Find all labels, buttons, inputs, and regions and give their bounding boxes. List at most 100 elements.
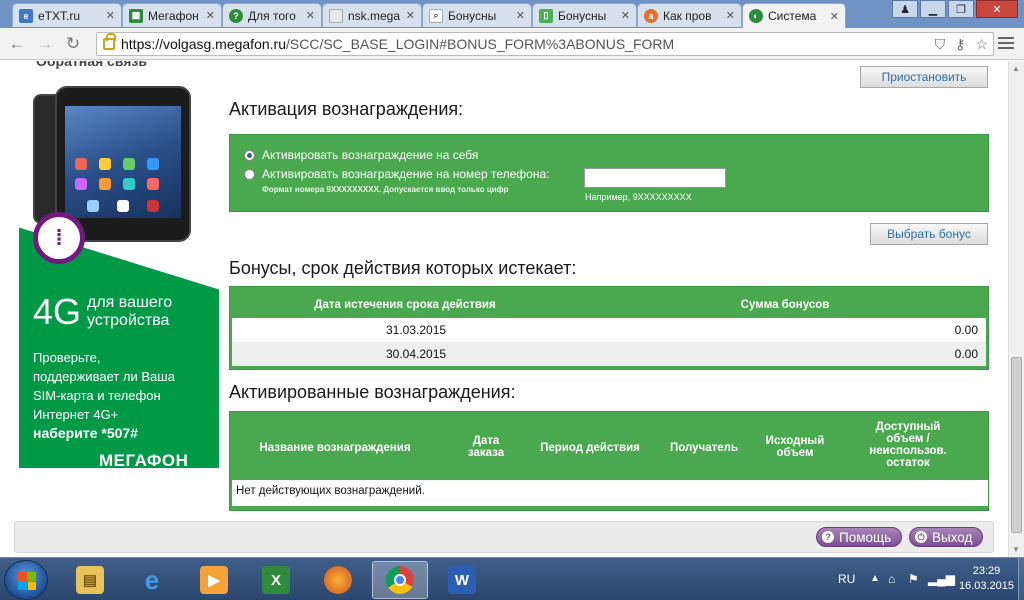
internet-explorer-icon: e	[144, 564, 160, 595]
tab-label: Мегафон	[148, 8, 199, 23]
windows-logo-icon	[18, 572, 36, 590]
column-header: Период действия	[540, 442, 640, 454]
close-icon[interactable]: ✕	[206, 9, 215, 22]
url-path: /SCC/SC_BASE_LOGIN#BONUS_FORM%3ABONUS_FO…	[286, 36, 675, 52]
network-device-icon[interactable]: ⌂	[888, 572, 902, 586]
banner-4g: 4G	[33, 291, 82, 332]
banner-line: SIM-карта и телефон	[33, 388, 161, 403]
phone-example: Например, 9XXXXXXXXX	[585, 192, 692, 202]
flag-icon[interactable]: ⚑	[908, 572, 922, 586]
close-icon[interactable]: ✕	[406, 9, 415, 22]
tab-how-check[interactable]: a Как пров ✕	[637, 3, 742, 27]
page-icon	[329, 8, 343, 23]
column-header: Доступный объем / неиспользов. остаток	[869, 421, 947, 469]
exit-label: Выход	[932, 529, 973, 545]
activate-self-option[interactable]: Активировать вознаграждение на себя	[244, 148, 478, 162]
tab-etxt[interactable]: e eTXT.ru ✕	[12, 3, 122, 27]
promo-banner[interactable]: ⁞ 4G для вашего устройства Проверьте, по…	[19, 80, 219, 468]
scrollbar-thumb[interactable]	[1011, 357, 1022, 533]
back-arrow-icon[interactable]: ←	[6, 33, 28, 55]
tab-label: eTXT.ru	[38, 8, 81, 23]
activate-self-label: Активировать вознаграждение на себя	[262, 148, 479, 162]
folder-icon: ▤	[76, 566, 104, 594]
close-icon[interactable]: ✕	[830, 10, 839, 23]
activate-phone-option[interactable]: Активировать вознаграждение на номер тел…	[244, 167, 549, 197]
shield-icon[interactable]: ⛉	[935, 36, 946, 53]
radio-unchecked-icon[interactable]	[244, 169, 255, 180]
clock[interactable]: 23:29 16.03.2015	[959, 564, 1014, 594]
taskbar-chrome[interactable]	[372, 561, 428, 599]
signal-icon[interactable]: ▂▄▆	[928, 572, 955, 586]
row-amount: 0.00	[954, 347, 978, 361]
taskbar-explorer[interactable]: ▤	[62, 561, 118, 599]
expiring-title: Бонусы, срок действия которых истекает:	[229, 258, 577, 278]
url-host: https://volgasg.megafon.ru	[121, 36, 286, 52]
address-bar[interactable]: https://volgasg.megafon.ru/SCC/SC_BASE_L…	[96, 32, 994, 56]
minimize-icon[interactable]: ▁	[920, 0, 946, 18]
taskbar-media[interactable]: ▶	[186, 561, 242, 599]
toolbar-icons: ⛉ ⚷ ☆	[935, 36, 1014, 53]
scroll-down-icon[interactable]: ▼	[1012, 545, 1020, 554]
browser-tab-strip: e eTXT.ru ✕ ▦ Мегафон ✕ ? Для того ✕ nsk…	[0, 0, 1024, 28]
show-desktop-button[interactable]	[1018, 558, 1024, 600]
scroll-up-icon[interactable]: ▲	[1012, 64, 1020, 73]
browser-toolbar: ← → ↻ https://volgasg.megafon.ru/SCC/SC_…	[0, 28, 1024, 60]
maximize-icon[interactable]: ❐	[948, 0, 974, 18]
megafon-icon: ◐	[749, 9, 763, 23]
menu-icon[interactable]	[998, 37, 1014, 53]
suspend-button[interactable]: Приостановить	[860, 66, 988, 88]
banner-line: поддерживает ли Ваша	[33, 369, 175, 384]
tab-bonus-search[interactable]: ⌕ Бонусны ✕	[422, 3, 532, 27]
tab-bonus-phone[interactable]: ▯ Бонусны ✕	[532, 3, 637, 27]
select-bonus-button[interactable]: Выбрать бонус	[870, 223, 988, 245]
forward-arrow-icon[interactable]: →	[34, 33, 56, 55]
phone-screen	[65, 106, 181, 218]
phone-number-input[interactable]	[584, 168, 726, 188]
phone-icon: ▯	[539, 8, 553, 23]
close-icon[interactable]: ✕	[726, 9, 735, 22]
clock-date: 16.03.2015	[958, 580, 1014, 592]
tray-expand-icon[interactable]: ▲	[870, 573, 880, 584]
help-button[interactable]: ? Помощь	[816, 527, 902, 547]
activation-title: Активация вознаграждения:	[229, 99, 464, 119]
reload-icon[interactable]: ↻	[62, 33, 84, 55]
exit-button[interactable]: ⏻ Выход	[909, 527, 983, 547]
close-icon[interactable]: ✕	[621, 9, 630, 22]
column-header: Сумма бонусов	[740, 299, 830, 311]
banner-dial: наберите *507#	[33, 424, 213, 443]
tab-system-active[interactable]: ◐ Система ✕	[742, 3, 846, 28]
tab-megafon[interactable]: ▦ Мегафон ✕	[122, 3, 222, 27]
banner-dial-text: наберите *507#	[33, 425, 138, 441]
close-icon[interactable]: ✕	[516, 9, 525, 22]
taskbar-ie[interactable]: e	[124, 561, 180, 599]
key-icon[interactable]: ⚷	[955, 36, 965, 53]
power-icon: ⏻	[915, 531, 927, 543]
window-close-icon[interactable]: ✕	[976, 0, 1018, 18]
close-icon[interactable]: ✕	[106, 9, 115, 22]
activate-phone-label-group: Активировать вознаграждение на номер тел…	[262, 167, 549, 197]
tab-nsk-megafon[interactable]: nsk.mega ✕	[322, 3, 422, 27]
tab-for-that[interactable]: ? Для того ✕	[222, 3, 322, 27]
page-scrollbar[interactable]: ▲ ▼	[1008, 61, 1024, 557]
star-icon[interactable]: ☆	[975, 36, 988, 53]
windows-taskbar: ▤ e ▶ X W RU ▲ ⌂ ⚑ ▂▄▆ 23:29 16.03.2015	[0, 557, 1024, 600]
bird-icon: a	[644, 8, 658, 23]
user-icon[interactable]: ♟	[892, 0, 918, 18]
tab-label: Бонусны	[558, 8, 607, 23]
start-button[interactable]	[4, 560, 48, 600]
radio-checked-icon[interactable]	[244, 150, 255, 161]
banner-for-device: для вашего устройства	[87, 294, 173, 329]
taskbar-firefox[interactable]	[310, 561, 366, 599]
help-label: Помощь	[839, 529, 892, 545]
taskbar-word[interactable]: W	[434, 561, 490, 599]
tab-label: Для того	[248, 8, 296, 23]
empty-message: Нет действующих вознаграждений.	[236, 485, 425, 497]
banner-line: Проверьте,	[33, 350, 101, 365]
close-icon[interactable]: ✕	[306, 9, 315, 22]
language-indicator[interactable]: RU	[838, 572, 855, 586]
table-row: 31.03.2015 0.00	[232, 318, 986, 342]
column-header: Дата истечения срока действия	[314, 299, 496, 311]
taskbar-excel[interactable]: X	[248, 561, 304, 599]
e-icon: e	[19, 8, 33, 23]
window-controls: ♟ ▁ ❐ ✕	[892, 0, 1018, 18]
